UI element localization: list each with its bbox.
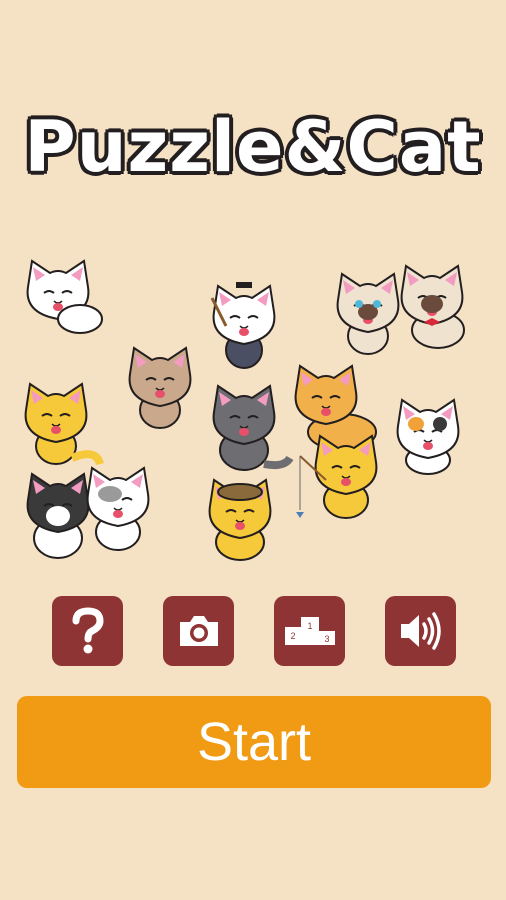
game-title: Puzzle&Cat xyxy=(0,92,506,202)
podium-third: 3 xyxy=(324,634,329,644)
siamese-cats xyxy=(336,273,400,355)
camera-button[interactable] xyxy=(163,596,234,666)
explorer-cat xyxy=(208,479,272,561)
title-word-cat: Cat xyxy=(345,105,482,190)
title-ampersand: & xyxy=(283,105,347,190)
speaker-icon xyxy=(400,612,441,650)
start-button-label: Start xyxy=(196,712,312,772)
question-mark-icon xyxy=(72,607,104,654)
graduate-cat xyxy=(210,282,276,369)
podium-first: 1 xyxy=(307,621,312,631)
tabby-brown-cat xyxy=(128,347,192,429)
tuxedo-cat xyxy=(26,473,90,559)
camera-icon xyxy=(179,616,218,646)
fishing-cat xyxy=(296,435,378,519)
title-word-puzzle: Puzzle xyxy=(23,105,285,190)
white-cat-sleeping xyxy=(26,260,103,334)
white-gray-cat xyxy=(86,467,150,551)
calico-cat xyxy=(396,399,460,475)
sound-button[interactable] xyxy=(385,596,456,666)
yellow-tabby-cat xyxy=(24,383,104,466)
menu-button-row: 1 2 3 xyxy=(0,596,506,668)
gray-cat xyxy=(212,385,294,471)
start-button[interactable]: Start xyxy=(17,696,491,788)
podium-second: 2 xyxy=(290,631,295,641)
ranking-button[interactable]: 1 2 3 xyxy=(274,596,345,666)
podium-icon: 1 2 3 xyxy=(284,617,335,645)
siamese-cat-bow xyxy=(400,265,465,349)
orange-cat-lying xyxy=(294,365,377,451)
cat-illustrations xyxy=(24,260,465,561)
help-button[interactable] xyxy=(52,596,123,666)
